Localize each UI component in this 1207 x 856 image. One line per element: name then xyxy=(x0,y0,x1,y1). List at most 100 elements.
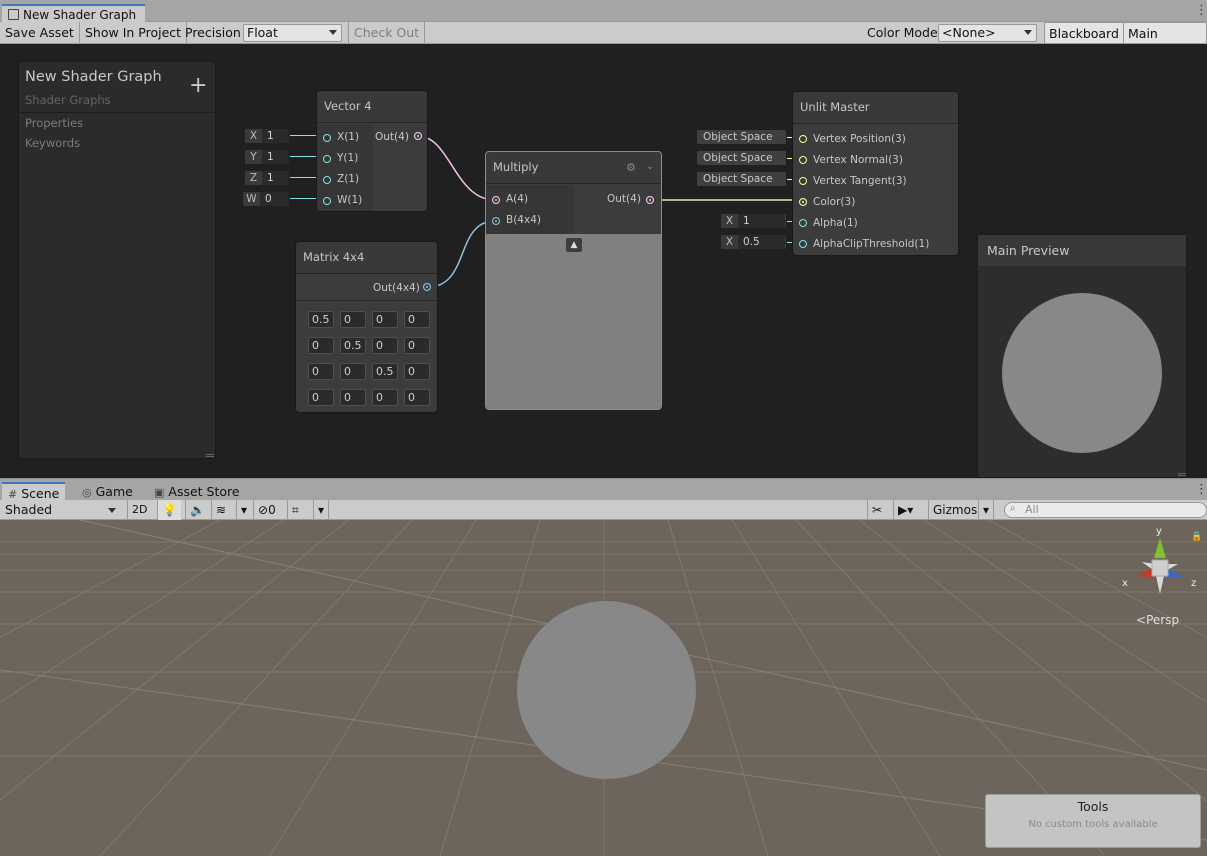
more-options-icon[interactable]: ⋮ xyxy=(1195,483,1207,496)
multiply-port-b[interactable] xyxy=(492,217,500,225)
shader-graph-icon xyxy=(8,9,19,20)
tools-icon[interactable]: ✂ xyxy=(867,500,886,520)
scene-toolbar: Shaded 2D 💡 🔈 ≋ ▾ ⊘0 ⌗ ▾ ✂ ▶▾ Gizmos ▾ A… xyxy=(0,500,1207,520)
scene-search-input[interactable]: All xyxy=(1004,502,1207,518)
resize-handle[interactable] xyxy=(206,454,214,457)
resize-handle[interactable] xyxy=(1178,473,1186,476)
vector4-w-field[interactable]: W0 xyxy=(242,191,290,207)
blackboard-toggle[interactable]: Blackboard xyxy=(1044,22,1124,44)
color-port[interactable] xyxy=(799,198,807,206)
vector4-node[interactable]: Vector 4 X(1) Y(1) Z(1) W(1) Out(4) xyxy=(316,90,428,212)
alpha-port[interactable] xyxy=(799,219,807,227)
port-label: Y(1) xyxy=(337,152,359,164)
vertex-normal-port[interactable] xyxy=(799,156,807,164)
shading-mode-value: Shaded xyxy=(5,502,53,517)
vector4-port-y[interactable] xyxy=(323,155,331,163)
matrix-cell[interactable]: 0 xyxy=(404,389,430,406)
hidden-objects-toggle[interactable]: ⊘0 xyxy=(253,500,280,520)
gizmos-dropdown[interactable]: Gizmos xyxy=(928,500,981,520)
chevron-down-icon[interactable]: ▾ xyxy=(236,500,251,520)
main-preview-toggle[interactable]: Main Preview xyxy=(1123,22,1207,63)
camera-icon[interactable]: ▶▾ xyxy=(893,500,917,520)
effects-icon[interactable]: ≋ xyxy=(211,500,230,520)
tab-asset-store[interactable]: ▣ Asset Store xyxy=(148,482,246,501)
perspective-toggle[interactable]: <Persp xyxy=(1136,613,1179,627)
gamepad-icon: ◎ xyxy=(82,486,92,499)
scene-viewport[interactable]: y x z 🔒 <Persp Tools No custom tools ava… xyxy=(0,520,1207,856)
vector4-y-field[interactable]: Y1 xyxy=(244,149,290,165)
matrix-cell[interactable]: 0 xyxy=(308,363,334,380)
multiply-node[interactable]: Multiply ⚙ ⌄ A(4) B(4x4) Out(4) ▲ xyxy=(485,151,662,410)
alpha-field[interactable]: X1 xyxy=(720,213,787,229)
vector4-port-w[interactable] xyxy=(323,197,331,205)
matrix-cell[interactable]: 0 xyxy=(404,311,430,328)
window-tab-bar: New Shader Graph ⋮ xyxy=(0,0,1207,23)
add-property-button[interactable]: + xyxy=(189,75,207,97)
matrix-cell[interactable]: 0 xyxy=(340,389,366,406)
collapse-preview-button[interactable]: ▲ xyxy=(566,238,582,252)
multiply-output-port[interactable] xyxy=(646,196,654,204)
matrix-cell[interactable]: 0 xyxy=(340,363,366,380)
field-value: 1 xyxy=(739,214,785,228)
precision-dropdown[interactable]: Float xyxy=(243,24,342,42)
alpha-clip-field[interactable]: X 0.5 xyxy=(720,234,787,250)
main-preview-panel[interactable]: Main Preview xyxy=(977,234,1187,478)
tools-message: No custom tools available xyxy=(1028,819,1158,830)
matrix4x4-node[interactable]: Matrix 4x4 Out(4x4) 0.5 0 0 0 0 0.5 0 0 … xyxy=(295,241,438,413)
matrix-cell[interactable]: 0 xyxy=(308,389,334,406)
check-out-button[interactable]: Check Out xyxy=(348,22,426,44)
matrix-cell[interactable]: 0 xyxy=(404,363,430,380)
shading-mode-dropdown[interactable]: Shaded xyxy=(0,500,122,520)
chevron-down-icon[interactable]: ▾ xyxy=(313,500,330,520)
tab-game[interactable]: ◎ Game xyxy=(76,482,139,501)
matrix-cell[interactable]: 0 xyxy=(308,337,334,354)
vertex-position-space[interactable]: Object Space xyxy=(696,129,787,145)
show-in-project-button[interactable]: Show In Project xyxy=(80,22,188,44)
matrix-output-label: Out(4x4) xyxy=(373,282,420,294)
matrix-cell[interactable]: 0 xyxy=(404,337,430,354)
gear-icon[interactable]: ⚙ xyxy=(626,161,636,174)
save-asset-button[interactable]: Save Asset xyxy=(0,22,80,44)
matrix-output-port[interactable] xyxy=(423,283,431,291)
matrix-cell[interactable]: 0.5 xyxy=(308,311,334,328)
matrix-cell[interactable]: 0 xyxy=(372,311,398,328)
chevron-down-icon[interactable]: ▾ xyxy=(978,500,995,520)
audio-icon[interactable]: 🔈 xyxy=(185,500,209,520)
field-value: 0.5 xyxy=(739,235,785,249)
tab-new-shader-graph[interactable]: New Shader Graph xyxy=(2,4,145,23)
axis-z-label: z xyxy=(1191,578,1197,589)
vector4-x-field[interactable]: X1 xyxy=(244,128,290,144)
vertex-tangent-port[interactable] xyxy=(799,177,807,185)
matrix-cell[interactable]: 0 xyxy=(372,337,398,354)
2d-toggle[interactable]: 2D xyxy=(127,500,151,520)
alpha-clip-port[interactable] xyxy=(799,240,807,248)
vector4-output-port[interactable] xyxy=(414,132,422,140)
vector4-port-x[interactable] xyxy=(323,134,331,142)
vertex-normal-space[interactable]: Object Space xyxy=(696,150,787,166)
grid-snap-icon[interactable]: ⌗ xyxy=(287,500,303,520)
chevron-down-icon[interactable]: ⌄ xyxy=(646,161,654,172)
lock-icon[interactable]: 🔒 xyxy=(1191,532,1202,542)
graph-canvas[interactable]: New Shader Graph Shader Graphs + Propert… xyxy=(0,44,1207,478)
unlit-master-node[interactable]: Unlit Master Vertex Position(3) Vertex N… xyxy=(792,91,959,256)
matrix-cell[interactable]: 0 xyxy=(372,389,398,406)
matrix-cell[interactable]: 0.5 xyxy=(372,363,398,380)
keywords-section[interactable]: Keywords xyxy=(25,136,80,150)
chevron-down-icon xyxy=(108,508,116,513)
properties-section[interactable]: Properties xyxy=(25,116,83,130)
field-value: 1 xyxy=(263,150,289,164)
tools-overlay: Tools No custom tools available xyxy=(985,794,1201,848)
vector4-z-field[interactable]: Z1 xyxy=(244,170,290,186)
tab-scene[interactable]: # Scene xyxy=(2,482,66,501)
multiply-port-a[interactable] xyxy=(492,196,500,204)
color-mode-dropdown[interactable]: <None> xyxy=(938,24,1037,42)
more-options-icon[interactable]: ⋮ xyxy=(1195,4,1207,17)
matrix-cell[interactable]: 0 xyxy=(340,311,366,328)
lighting-icon[interactable]: 💡 xyxy=(157,500,181,520)
port-label: W(1) xyxy=(337,194,363,206)
scene-sphere[interactable] xyxy=(517,601,696,779)
vector4-port-z[interactable] xyxy=(323,176,331,184)
vertex-position-port[interactable] xyxy=(799,135,807,143)
vertex-tangent-space[interactable]: Object Space xyxy=(696,171,787,187)
matrix-cell[interactable]: 0.5 xyxy=(340,337,366,354)
